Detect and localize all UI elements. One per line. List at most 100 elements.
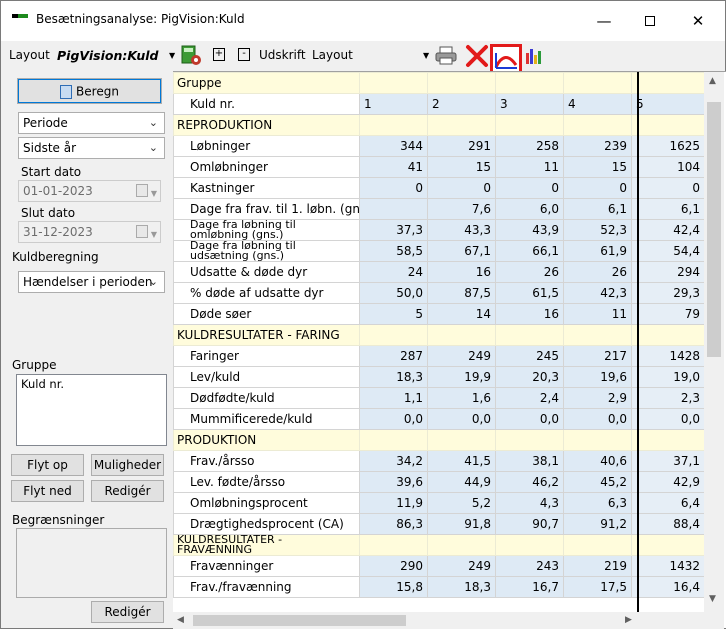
- table-cell[interactable]: 61,5: [495, 282, 564, 304]
- table-cell[interactable]: 245: [495, 345, 564, 367]
- table-cell[interactable]: 17,5: [563, 576, 632, 598]
- table-cell[interactable]: 40,6: [563, 450, 632, 472]
- table-cell[interactable]: 6,1: [563, 198, 632, 220]
- kuld-col[interactable]: 5: [631, 93, 705, 115]
- table-cell[interactable]: 16: [495, 303, 564, 325]
- table-cell[interactable]: 344: [359, 135, 428, 157]
- periode-select[interactable]: Periode ⌄: [18, 112, 165, 134]
- kuld-col[interactable]: 2: [427, 93, 496, 115]
- table-cell[interactable]: 29,3: [631, 282, 705, 304]
- table-cell[interactable]: 90,7: [495, 513, 564, 535]
- table-cell[interactable]: 219: [563, 555, 632, 577]
- muligheder-button[interactable]: Muligheder: [91, 454, 164, 476]
- kuld-col[interactable]: 4: [563, 93, 632, 115]
- scroll-down-icon[interactable]: ▼: [709, 594, 716, 604]
- table-cell[interactable]: 11: [563, 303, 632, 325]
- kuld-col[interactable]: 1: [359, 93, 428, 115]
- table-cell[interactable]: 14: [427, 303, 496, 325]
- table-cell[interactable]: 0: [563, 177, 632, 199]
- table-cell[interactable]: 18,3: [359, 366, 428, 388]
- table-cell[interactable]: 46,2: [495, 471, 564, 493]
- table-cell[interactable]: 50,0: [359, 282, 428, 304]
- table-cell[interactable]: 0: [427, 177, 496, 199]
- collapse-icon[interactable]: -: [238, 48, 250, 61]
- table-cell[interactable]: 20,3: [495, 366, 564, 388]
- table-cell[interactable]: 290: [359, 555, 428, 577]
- table-cell[interactable]: 26: [563, 261, 632, 283]
- table-cell[interactable]: 43,9: [495, 219, 564, 241]
- table-cell[interactable]: 15: [427, 156, 496, 178]
- table-cell[interactable]: 6,3: [563, 492, 632, 514]
- table-cell[interactable]: 1428: [631, 345, 705, 367]
- table-cell[interactable]: 0,0: [359, 408, 428, 430]
- table-cell[interactable]: 6,1: [631, 198, 705, 220]
- delete-x-icon[interactable]: [465, 44, 489, 68]
- table-cell[interactable]: 37,3: [359, 219, 428, 241]
- printer-icon[interactable]: [434, 46, 458, 66]
- vertical-scroll-thumb[interactable]: [707, 102, 721, 357]
- table-cell[interactable]: 37,1: [631, 450, 705, 472]
- table-cell[interactable]: 2,9: [563, 387, 632, 409]
- table-cell[interactable]: 6,4: [631, 492, 705, 514]
- table-cell[interactable]: 0: [631, 177, 705, 199]
- table-cell[interactable]: 287: [359, 345, 428, 367]
- start-date-picker[interactable]: 01-01-2023 ▼: [18, 180, 161, 202]
- vertical-scrollbar[interactable]: ▲ ▼: [704, 72, 724, 612]
- table-cell[interactable]: 5,2: [427, 492, 496, 514]
- table-cell[interactable]: 1625: [631, 135, 705, 157]
- table-cell[interactable]: 258: [495, 135, 564, 157]
- horizontal-scroll-thumb[interactable]: [193, 615, 406, 626]
- table-cell[interactable]: 6,0: [495, 198, 564, 220]
- list-item[interactable]: Kuld nr.: [21, 377, 162, 391]
- kuld-col[interactable]: 3: [495, 93, 564, 115]
- rediger-button[interactable]: Redigér: [91, 480, 164, 502]
- table-cell[interactable]: 243: [495, 555, 564, 577]
- print-layout-selector[interactable]: Layout: [312, 48, 353, 62]
- begraensninger-list[interactable]: [16, 528, 167, 598]
- udskrift-button[interactable]: Udskrift: [259, 48, 306, 62]
- sidste-aar-select[interactable]: Sidste år ⌄: [18, 137, 165, 159]
- table-cell[interactable]: 24: [359, 261, 428, 283]
- table-cell[interactable]: 2,4: [495, 387, 564, 409]
- minimize-button[interactable]: —: [581, 7, 627, 35]
- table-cell[interactable]: 34,2: [359, 450, 428, 472]
- table-cell[interactable]: 239: [563, 135, 632, 157]
- close-button[interactable]: ✕: [675, 7, 721, 35]
- table-cell[interactable]: 19,0: [631, 366, 705, 388]
- table-cell[interactable]: 1432: [631, 555, 705, 577]
- table-cell[interactable]: 42,9: [631, 471, 705, 493]
- horizontal-scrollbar[interactable]: ◀ ▶: [173, 612, 724, 629]
- bar-chart-icon[interactable]: [524, 47, 544, 65]
- table-cell[interactable]: 217: [563, 345, 632, 367]
- table-cell[interactable]: 0: [495, 177, 564, 199]
- table-cell[interactable]: 0,0: [563, 408, 632, 430]
- table-cell[interactable]: 2,3: [631, 387, 705, 409]
- table-cell[interactable]: 43,3: [427, 219, 496, 241]
- table-cell[interactable]: 88,4: [631, 513, 705, 535]
- table-cell[interactable]: 45,2: [563, 471, 632, 493]
- table-cell[interactable]: 19,6: [563, 366, 632, 388]
- table-cell[interactable]: 15,8: [359, 576, 428, 598]
- table-cell[interactable]: 249: [427, 555, 496, 577]
- table-cell[interactable]: 16: [427, 261, 496, 283]
- curve-chart-icon[interactable]: [490, 44, 522, 74]
- rediger-begraensninger-button[interactable]: Redigér: [91, 601, 164, 623]
- table-cell[interactable]: 52,3: [563, 219, 632, 241]
- table-cell[interactable]: 11,9: [359, 492, 428, 514]
- table-cell[interactable]: 0: [359, 177, 428, 199]
- table-cell[interactable]: 0,0: [631, 408, 705, 430]
- flyt-op-button[interactable]: Flyt op: [11, 454, 84, 476]
- scroll-right-icon[interactable]: ▶: [625, 615, 632, 625]
- table-cell[interactable]: 1,6: [427, 387, 496, 409]
- table-cell[interactable]: 16,7: [495, 576, 564, 598]
- scroll-up-icon[interactable]: ▲: [709, 76, 716, 86]
- table-cell[interactable]: 67,1: [427, 240, 496, 262]
- table-cell[interactable]: 58,5: [359, 240, 428, 262]
- table-cell[interactable]: 87,5: [427, 282, 496, 304]
- table-cell[interactable]: 18,3: [427, 576, 496, 598]
- table-cell[interactable]: 79: [631, 303, 705, 325]
- table-cell[interactable]: 41: [359, 156, 428, 178]
- kuldberegning-select[interactable]: Hændelser i perioden ⌄: [18, 271, 165, 293]
- table-cell[interactable]: 42,4: [631, 219, 705, 241]
- gruppe-list[interactable]: Kuld nr.: [16, 374, 167, 446]
